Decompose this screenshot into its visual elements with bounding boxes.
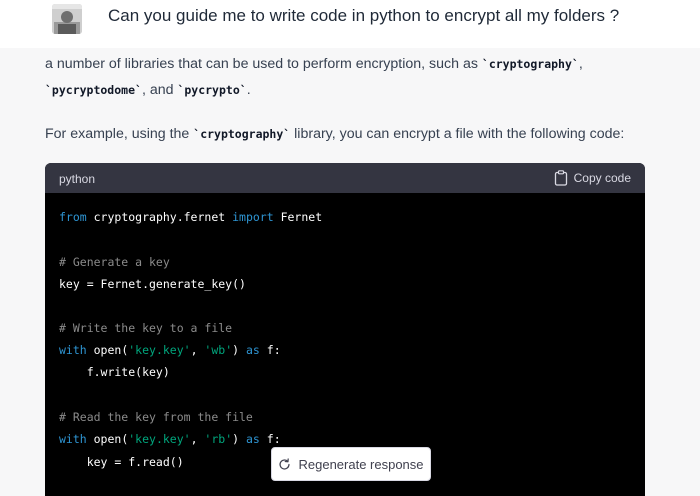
clipboard-icon <box>554 170 567 186</box>
code-keyword: with <box>59 432 87 446</box>
user-avatar <box>52 4 82 34</box>
answer-text: a number of libraries that can be used t… <box>45 56 482 72</box>
code-text: open( <box>86 432 129 446</box>
code-keyword: with <box>59 343 87 357</box>
code-keyword: from <box>59 210 87 224</box>
code-line: from cryptography.fernet import Fernet <box>59 209 322 225</box>
refresh-icon <box>279 457 291 470</box>
user-photo-avatar <box>52 4 82 34</box>
code-line: key = f.read() <box>59 454 184 470</box>
user-message-row: Can you guide me to write code in python… <box>0 0 700 48</box>
code-line: f.write(key) <box>59 364 170 380</box>
inline-code-cryptography: `cryptography` <box>193 127 291 141</box>
inline-code-pycrypto: `pycrypto` <box>177 83 247 97</box>
inline-code-cryptography: `cryptography` <box>481 57 579 71</box>
chat-page: Can you guide me to write code in python… <box>0 0 700 496</box>
code-keyword: as <box>245 432 260 446</box>
code-keyword: as <box>245 343 260 357</box>
code-line: key = Fernet.generate_key() <box>59 276 246 292</box>
code-keyword: import <box>232 210 274 224</box>
code-line: # Write the key to a file <box>59 320 232 336</box>
code-line: with open('key.key', 'rb') as f: <box>59 431 281 447</box>
code-text: ) <box>232 343 246 357</box>
code-text: f.write(key) <box>59 365 170 379</box>
copy-code-label: Copy code <box>573 171 631 185</box>
code-text: key = Fernet.generate_key() <box>59 277 246 291</box>
code-line: # Read the key from the file <box>59 409 253 425</box>
answer-paragraph-2: For example, using the `cryptography` li… <box>45 121 645 147</box>
code-text: f: <box>259 432 281 446</box>
code-text: Fernet <box>273 210 323 224</box>
code-text: f: <box>259 343 281 357</box>
code-block-header: python Copy code <box>45 163 645 193</box>
answer-text: library, you can encrypt a file with the… <box>290 126 625 142</box>
code-text: ) <box>232 432 246 446</box>
answer-text: , <box>578 56 583 72</box>
code-string: 'key.key' <box>128 432 191 446</box>
regenerate-response-button[interactable]: Regenerate response <box>271 447 431 481</box>
code-comment: # Read the key from the file <box>59 410 253 424</box>
code-text: open( <box>86 343 129 357</box>
code-string: 'key.key' <box>128 343 191 357</box>
regenerate-response-label: Regenerate response <box>298 456 424 472</box>
code-comment: # Generate a key <box>59 255 170 269</box>
answer-paragraph-1: a number of libraries that can be used t… <box>45 51 645 103</box>
code-text: , <box>190 432 205 446</box>
code-language-label: python <box>59 172 96 186</box>
code-text: , <box>190 343 205 357</box>
copy-code-button[interactable]: Copy code <box>554 169 631 187</box>
answer-text: , and <box>141 82 178 98</box>
code-line: with open('key.key', 'wb') as f: <box>59 342 281 358</box>
answer-text: For example, using the <box>45 126 194 142</box>
user-question-text: Can you guide me to write code in python… <box>108 6 620 25</box>
code-text: key = f.read() <box>59 455 184 469</box>
code-line: # Generate a key <box>59 254 170 270</box>
inline-code-pycryptodome: `pycryptodome` <box>45 83 142 97</box>
code-string: 'wb' <box>204 343 233 357</box>
code-string: 'rb' <box>204 432 233 446</box>
code-comment: # Write the key to a file <box>59 321 233 335</box>
answer-text: . <box>246 82 251 98</box>
code-text: cryptography.fernet <box>86 210 233 224</box>
